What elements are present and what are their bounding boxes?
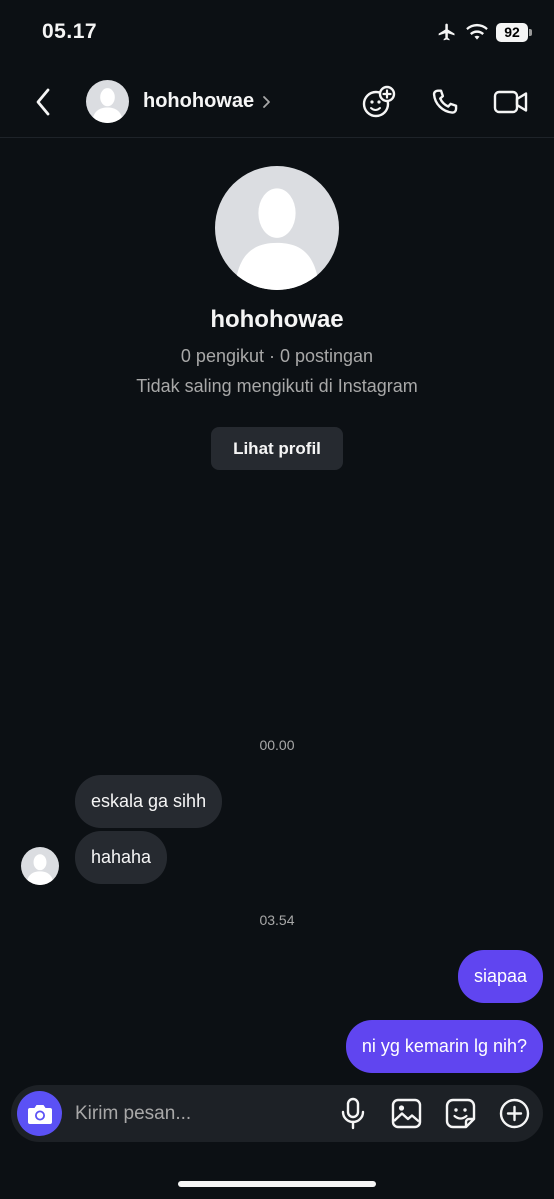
message-timestamp: 00.00 xyxy=(259,737,295,753)
outgoing-message[interactable]: siapaa xyxy=(457,950,543,1003)
more-options-button[interactable] xyxy=(498,1096,531,1131)
phone-icon xyxy=(432,89,458,114)
add-person-button[interactable] xyxy=(360,84,398,120)
sender-avatar[interactable] xyxy=(21,847,59,885)
header-actions xyxy=(360,84,530,120)
status-icons: 92 xyxy=(436,22,532,42)
home-indicator[interactable] xyxy=(178,1181,376,1187)
airplane-mode-icon xyxy=(438,23,455,41)
video-camera-icon xyxy=(493,90,528,114)
battery-tip xyxy=(529,28,532,36)
chevron-left-icon xyxy=(36,88,50,116)
header-user-link[interactable]: hohohowae xyxy=(143,90,271,113)
video-call-button[interactable] xyxy=(492,84,530,120)
profile-name: hohohowae xyxy=(210,306,344,333)
status-time: 05.17 xyxy=(42,20,98,43)
incoming-message[interactable]: hahaha xyxy=(75,831,168,884)
chat-screen: 05.17 92 hohohowae hohohowae 0 pengikut … xyxy=(0,0,554,1199)
header-avatar[interactable] xyxy=(86,80,129,123)
view-profile-button[interactable]: Lihat profil xyxy=(211,427,343,470)
composer-actions xyxy=(336,1096,531,1131)
chat-header: hohohowae xyxy=(0,66,554,138)
profile-avatar[interactable] xyxy=(215,166,339,290)
microphone-icon xyxy=(341,1097,364,1130)
battery-indicator: 92 xyxy=(496,22,532,42)
add-person-icon xyxy=(362,85,396,118)
camera-button[interactable] xyxy=(17,1091,62,1136)
outgoing-message[interactable]: ni yg kemarin lg nih? xyxy=(345,1020,543,1073)
message-timestamp: 03.54 xyxy=(259,912,295,928)
camera-icon xyxy=(27,1104,52,1124)
profile-mutual-status: Tidak saling mengikuti di Instagram xyxy=(136,376,418,396)
sticker-button[interactable] xyxy=(444,1096,477,1131)
sticker-icon xyxy=(445,1098,476,1129)
message-composer xyxy=(11,1085,543,1142)
chevron-right-icon xyxy=(263,95,271,108)
default-avatar-icon xyxy=(215,166,339,290)
plus-circle-icon xyxy=(499,1098,530,1129)
voice-message-button[interactable] xyxy=(336,1096,369,1131)
default-avatar-icon xyxy=(86,80,129,123)
profile-stats: 0 pengikut · 0 postingan xyxy=(180,346,374,366)
default-avatar-icon xyxy=(21,847,59,885)
wifi-icon xyxy=(466,23,488,40)
voice-call-button[interactable] xyxy=(426,84,464,120)
incoming-message[interactable]: eskala ga sihh xyxy=(75,775,223,828)
header-username: hohohowae xyxy=(143,90,255,112)
battery-level: 92 xyxy=(496,22,528,42)
gallery-button[interactable] xyxy=(390,1096,423,1131)
status-bar: 05.17 92 xyxy=(0,0,554,66)
image-icon xyxy=(391,1098,422,1129)
profile-card: hohohowae 0 pengikut · 0 postingan Tidak… xyxy=(0,166,554,470)
back-button[interactable] xyxy=(28,84,68,120)
message-input[interactable] xyxy=(75,1095,315,1132)
